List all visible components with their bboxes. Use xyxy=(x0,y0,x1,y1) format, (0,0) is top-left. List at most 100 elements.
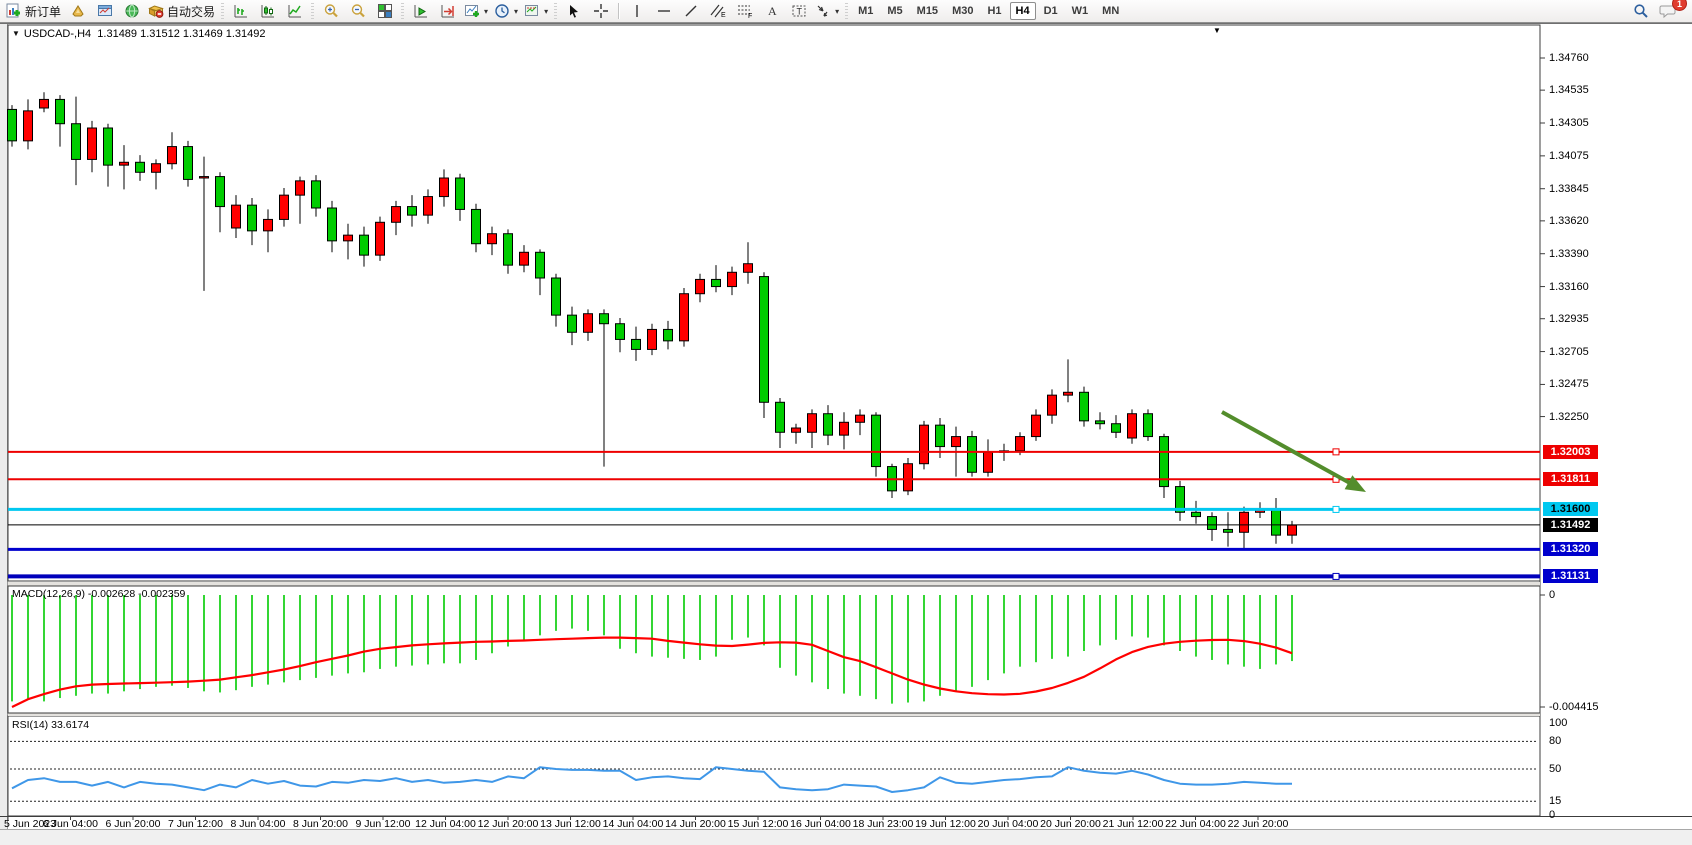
candle-body xyxy=(680,294,689,341)
candle-body xyxy=(168,147,177,164)
rsi-line xyxy=(12,767,1292,792)
candle-body xyxy=(616,324,625,340)
price-axis-tick: 1.32250 xyxy=(1549,411,1589,423)
line-handle[interactable] xyxy=(1333,573,1339,579)
candle-body xyxy=(952,437,961,447)
candle-body xyxy=(1224,529,1233,532)
candle-body xyxy=(424,197,433,216)
candle-body xyxy=(1048,395,1057,415)
candle-body xyxy=(504,234,513,265)
line-handle[interactable] xyxy=(1333,506,1339,512)
rsi-axis-label: 50 xyxy=(1549,763,1561,775)
candle-body xyxy=(312,181,321,208)
price-axis-tick: 1.34075 xyxy=(1549,150,1589,162)
price-axis-tick: 1.34305 xyxy=(1549,117,1589,129)
macd-values: -0.002628 -0.002359 xyxy=(88,588,186,600)
macd-name: MACD(12,26,9) xyxy=(12,588,85,600)
candle-body xyxy=(280,195,289,219)
candle-body xyxy=(360,235,369,255)
macd-axis-label: -0.004415 xyxy=(1549,701,1599,713)
rsi-axis-label: 100 xyxy=(1549,717,1567,729)
candle-body xyxy=(728,272,737,286)
candle-body xyxy=(152,164,161,173)
candle-body xyxy=(968,437,977,473)
candle-body xyxy=(536,252,545,278)
candle-body xyxy=(648,329,657,349)
chart-dropdown-icon[interactable]: ▼ xyxy=(12,29,20,38)
candle-body xyxy=(296,181,305,195)
price-line-label: 1.31492 xyxy=(1543,518,1598,532)
pane-splitter xyxy=(8,582,1540,586)
chart-symbol: USDCAD-,H4 xyxy=(24,28,91,40)
candle-body xyxy=(392,207,401,223)
candle-body xyxy=(56,99,65,123)
candle-body xyxy=(872,415,881,466)
candle-body xyxy=(1064,392,1073,395)
candle-body xyxy=(664,329,673,340)
candle-body xyxy=(712,279,721,286)
candle-body xyxy=(904,464,913,491)
candle-body xyxy=(632,339,641,349)
candle-body xyxy=(792,428,801,432)
candle-body xyxy=(920,425,929,464)
candle-body xyxy=(1128,414,1137,438)
candle-body xyxy=(8,109,17,140)
candle-body xyxy=(488,234,497,244)
candle-body xyxy=(1080,392,1089,421)
candle-body xyxy=(376,222,385,255)
candle-body xyxy=(232,205,241,228)
candle-body xyxy=(824,414,833,435)
candle-body xyxy=(584,314,593,333)
rsi-value: 33.6174 xyxy=(51,719,89,731)
candle-body xyxy=(1192,512,1201,516)
candle-body xyxy=(520,252,529,265)
macd-label: MACD(12,26,9) -0.002628 -0.002359 xyxy=(12,588,185,600)
candle-body xyxy=(264,219,273,230)
price-line-label: 1.31131 xyxy=(1543,569,1598,583)
candle-body xyxy=(216,177,225,207)
candle-body xyxy=(408,207,417,216)
rsi-axis-label: 80 xyxy=(1549,735,1561,747)
candle-body xyxy=(200,177,209,178)
status-bar xyxy=(0,829,1692,845)
candle-body xyxy=(24,111,33,141)
candle-body xyxy=(1240,512,1249,532)
candle-body xyxy=(1112,424,1121,433)
candle-body xyxy=(104,128,113,165)
candle-body xyxy=(552,278,561,315)
candle-body xyxy=(344,235,353,241)
candle-body xyxy=(1032,415,1041,436)
rsi-label: RSI(14) 33.6174 xyxy=(12,719,89,731)
price-axis-tick: 1.32475 xyxy=(1549,378,1589,390)
chart-canvas[interactable] xyxy=(0,0,1692,844)
candle-body xyxy=(600,314,609,324)
candle-body xyxy=(120,162,129,165)
pane-splitter xyxy=(8,714,1540,717)
rsi-axis-label: 0 xyxy=(1549,809,1555,821)
candle-body xyxy=(760,277,769,403)
candle-body xyxy=(776,402,785,432)
price-axis-tick: 1.32935 xyxy=(1549,313,1589,325)
price-axis-tick: 1.34535 xyxy=(1549,84,1589,96)
candle-body xyxy=(1208,517,1217,530)
rsi-axis-label: 15 xyxy=(1549,795,1561,807)
line-handle[interactable] xyxy=(1333,449,1339,455)
price-axis-tick: 1.32705 xyxy=(1549,346,1589,358)
price-line-label: 1.31600 xyxy=(1543,502,1598,516)
candle-body xyxy=(440,178,449,197)
candle-body xyxy=(1016,437,1025,451)
candle-body xyxy=(88,128,97,159)
price-line-label: 1.31811 xyxy=(1543,472,1598,486)
chart-shift-marker[interactable]: ▼ xyxy=(1213,26,1221,35)
price-pane-border xyxy=(8,25,1540,581)
chart-title: ▼USDCAD-,H4 1.31489 1.31512 1.31469 1.31… xyxy=(12,28,266,40)
trend-arrow-head xyxy=(1345,475,1366,492)
candle-body xyxy=(856,415,865,422)
candle-body xyxy=(696,279,705,293)
candle-body xyxy=(840,422,849,435)
candle-body xyxy=(248,205,257,231)
price-axis-tick: 1.33390 xyxy=(1549,248,1589,260)
candle-body xyxy=(40,99,49,108)
candle-body xyxy=(808,414,817,433)
candle-body xyxy=(568,315,577,332)
